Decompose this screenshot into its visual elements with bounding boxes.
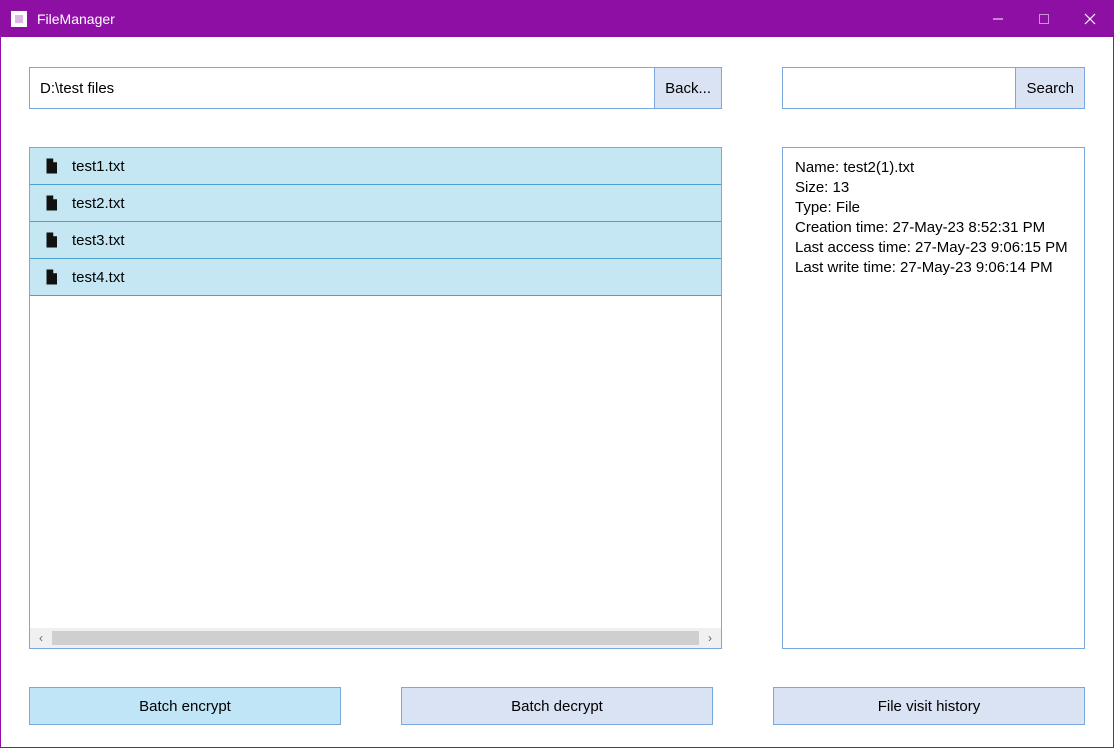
detail-access: Last access time: 27-May-23 9:06:15 PM xyxy=(795,238,1072,258)
batch-decrypt-button[interactable]: Batch decrypt xyxy=(401,687,713,725)
window-title: FileManager xyxy=(37,11,115,27)
file-icon xyxy=(42,194,60,212)
list-item[interactable]: test3.txt xyxy=(30,222,721,259)
detail-name: Name: test2(1).txt xyxy=(795,158,1072,178)
file-name: test2.txt xyxy=(72,195,125,212)
search-button[interactable]: Search xyxy=(1015,68,1084,108)
maximize-button[interactable] xyxy=(1021,1,1067,37)
file-name: test1.txt xyxy=(72,158,125,175)
list-item[interactable]: test2.txt xyxy=(30,185,721,222)
file-icon xyxy=(42,157,60,175)
close-button[interactable] xyxy=(1067,1,1113,37)
scroll-left-icon: ‹ xyxy=(34,631,48,645)
app-window: FileManager Back... Search xyxy=(0,0,1114,748)
file-visit-history-button[interactable]: File visit history xyxy=(773,687,1085,725)
titlebar: FileManager xyxy=(1,1,1113,37)
bottom-buttons: Batch encrypt Batch decrypt File visit h… xyxy=(29,687,1085,725)
minimize-icon xyxy=(992,13,1004,25)
search-input[interactable] xyxy=(783,68,1015,108)
app-icon xyxy=(11,11,27,27)
detail-size: Size: 13 xyxy=(795,178,1072,198)
close-icon xyxy=(1084,13,1096,25)
content-area: Back... Search test1.txt test2. xyxy=(1,37,1113,747)
file-name: test3.txt xyxy=(72,232,125,249)
back-button[interactable]: Back... xyxy=(654,68,721,108)
file-icon xyxy=(42,231,60,249)
horizontal-scrollbar[interactable]: ‹ › xyxy=(30,628,721,648)
maximize-icon xyxy=(1038,13,1050,25)
minimize-button[interactable] xyxy=(975,1,1021,37)
detail-type: Type: File xyxy=(795,198,1072,218)
file-name: test4.txt xyxy=(72,269,125,286)
scroll-right-icon: › xyxy=(703,631,717,645)
batch-encrypt-button[interactable]: Batch encrypt xyxy=(29,687,341,725)
search-group: Search xyxy=(782,67,1085,109)
list-item[interactable]: test1.txt xyxy=(30,148,721,185)
file-icon xyxy=(42,268,60,286)
file-items: test1.txt test2.txt test3.txt xyxy=(30,148,721,628)
detail-creation: Creation time: 27-May-23 8:52:31 PM xyxy=(795,218,1072,238)
detail-write: Last write time: 27-May-23 9:06:14 PM xyxy=(795,258,1072,278)
file-details: Name: test2(1).txt Size: 13 Type: File C… xyxy=(782,147,1085,649)
list-item[interactable]: test4.txt xyxy=(30,259,721,296)
path-input[interactable] xyxy=(30,68,654,108)
path-group: Back... xyxy=(29,67,722,109)
file-list: test1.txt test2.txt test3.txt xyxy=(29,147,722,649)
scroll-thumb[interactable] xyxy=(52,631,699,645)
